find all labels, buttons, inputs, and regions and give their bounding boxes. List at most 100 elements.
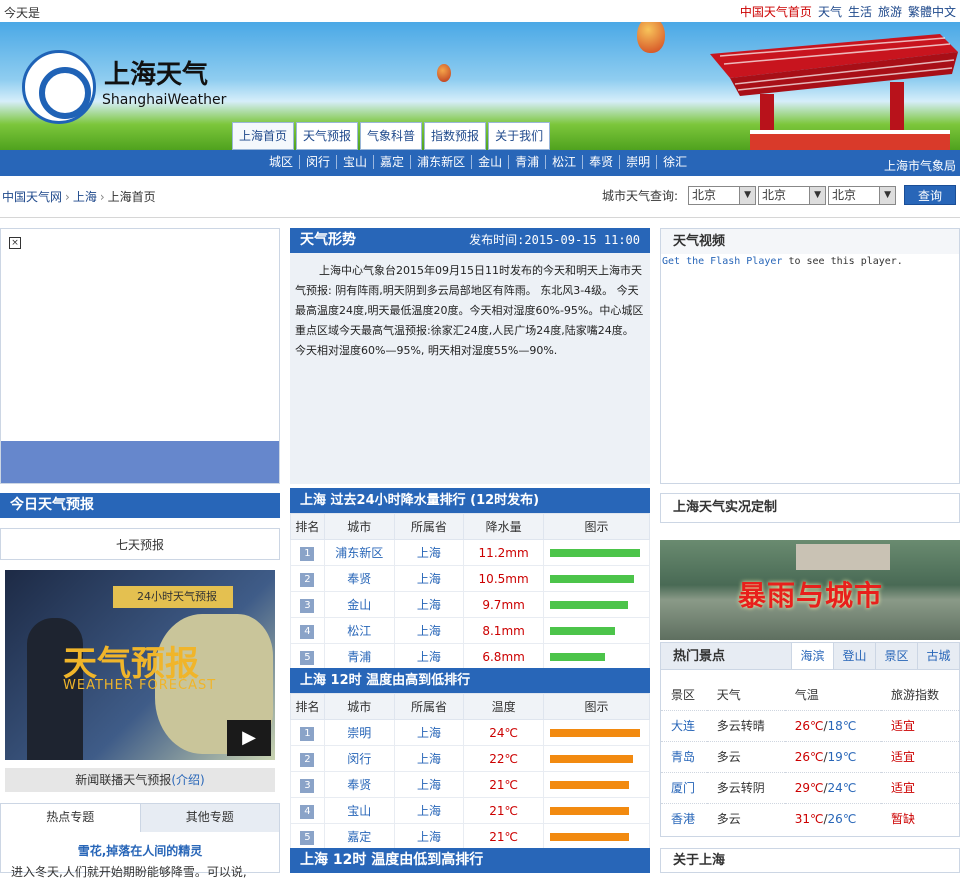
breadcrumb-separator-icon: › (99, 190, 105, 204)
breadcrumb-link-shanghai[interactable]: 上海 (73, 190, 97, 204)
storm-banner-title: 暴雨与城市 (738, 579, 884, 612)
district-link[interactable]: 浦东新区 (411, 155, 473, 169)
district-link[interactable]: 金山 (472, 155, 510, 169)
district-select[interactable]: 北京 ▼ (828, 185, 897, 205)
province-link[interactable]: 上海 (393, 745, 465, 772)
province-link[interactable]: 上海 (393, 591, 465, 618)
city-link[interactable]: 宝山 (323, 797, 395, 824)
temp-rank-low-title: 上海 12时 温度由低到高排行 (290, 848, 650, 873)
tab-other-topics[interactable]: 其他专题 (141, 804, 280, 832)
tv-caption-text[interactable]: 新闻联播天气预报 (75, 773, 171, 787)
tab-seaside[interactable]: 海滨 (791, 643, 833, 669)
district-link[interactable]: 奉贤 (583, 155, 621, 169)
district-link[interactable]: 闵行 (300, 155, 338, 169)
nav-index-forecast[interactable]: 指数预报 (424, 122, 487, 150)
province-link[interactable]: 上海 (393, 617, 465, 644)
province-link[interactable]: 上海 (393, 539, 465, 566)
province-link[interactable]: 上海 (393, 771, 465, 798)
flooded-house-image (796, 544, 890, 570)
rank-number: 3 (300, 598, 315, 613)
district-link[interactable]: 徐汇 (657, 155, 693, 169)
value-bar (550, 754, 634, 763)
broken-image-icon: × (9, 237, 21, 249)
tab-mountain[interactable]: 登山 (833, 643, 875, 669)
spot-link[interactable]: 大连 (661, 709, 707, 741)
province-link[interactable]: 上海 (393, 719, 465, 746)
city-link[interactable]: 浦东新区 (323, 539, 395, 566)
tv-caption: 新闻联播天气预报(介绍) (5, 768, 275, 792)
top-link-cma-home[interactable]: 中国天气首页 (740, 3, 812, 20)
city-link[interactable]: 奉贤 (323, 771, 395, 798)
travel-index[interactable]: 适宜 (880, 771, 959, 803)
bureau-link[interactable]: 上海市气象局 (884, 157, 956, 174)
bar-cell (543, 565, 650, 592)
hot-air-balloon-icon (637, 22, 665, 53)
play-icon[interactable]: ▶ (227, 720, 271, 756)
bar-cell (543, 643, 650, 670)
nav-forecast[interactable]: 天气预报 (296, 122, 359, 150)
top-link-life[interactable]: 生活 (848, 3, 872, 20)
district-link[interactable]: 宝山 (337, 155, 375, 169)
city-link[interactable]: 嘉定 (323, 823, 395, 850)
rank-number: 4 (300, 624, 315, 639)
nav-science[interactable]: 气象科普 (360, 122, 423, 150)
travel-index[interactable]: 适宜 (880, 709, 959, 741)
rank-col-header: 所属省 (393, 513, 465, 540)
travel-index[interactable]: 适宜 (880, 740, 959, 772)
nav-shanghai-home[interactable]: 上海首页 (232, 122, 295, 150)
city-link[interactable]: 金山 (323, 591, 395, 618)
city-select[interactable]: 北京 ▼ (758, 185, 827, 205)
spot-link[interactable]: 青岛 (661, 740, 707, 772)
china-pavilion-illustration (710, 34, 958, 150)
city-link[interactable]: 松江 (323, 617, 395, 644)
rank-col-header: 降水量 (463, 513, 545, 540)
breadcrumb-link-cma[interactable]: 中国天气网 (2, 190, 62, 204)
province-link[interactable]: 上海 (393, 565, 465, 592)
spot-link[interactable]: 厦门 (661, 771, 707, 803)
city-link[interactable]: 闵行 (323, 745, 395, 772)
tab-hot-topics[interactable]: 热点专题 (1, 804, 141, 832)
province-link[interactable]: 上海 (393, 643, 465, 670)
rank-cell: 2 (290, 745, 325, 772)
city-link[interactable]: 崇明 (323, 719, 395, 746)
value-bar (550, 600, 629, 609)
spot-link[interactable]: 香港 (661, 802, 707, 834)
nav-about-us[interactable]: 关于我们 (488, 122, 551, 150)
bar-cell (543, 719, 650, 746)
city-link[interactable]: 青浦 (323, 643, 395, 670)
top-link-weather[interactable]: 天气 (818, 3, 842, 20)
province-link[interactable]: 上海 (393, 797, 465, 824)
travel-index[interactable]: 暂缺 (880, 802, 959, 834)
flash-player-text: to see this player. (782, 256, 903, 267)
weather-subscription-title[interactable]: 上海天气实况定制 (660, 493, 960, 523)
tab-ancient-city[interactable]: 古城 (917, 643, 959, 669)
rank-number: 5 (300, 830, 315, 845)
district-link[interactable]: 崇明 (620, 155, 658, 169)
top-link-travel[interactable]: 旅游 (878, 3, 902, 20)
table-row: 香港 多云 31℃/26℃ 暂缺 (661, 802, 959, 834)
tv-caption-intro-link[interactable]: (介绍) (171, 773, 204, 787)
ad-banner[interactable]: × (0, 228, 280, 484)
top-link-traditional[interactable]: 繁體中文 (908, 3, 956, 20)
district-nav: 城区 闵行 宝山 嘉定 浦东新区 金山 青浦 松江 奉贤 崇明 徐汇 上海市气象局 (0, 150, 960, 176)
city-link[interactable]: 奉贤 (323, 565, 395, 592)
topic-title[interactable]: 雪花,掉落在人间的精灵 (1, 842, 279, 859)
province-select[interactable]: 北京 ▼ (688, 185, 757, 205)
seven-day-forecast-link[interactable]: 七天预报 (0, 528, 280, 560)
value-bar (550, 626, 616, 635)
tab-scenic[interactable]: 景区 (875, 643, 917, 669)
weather-video-title: 天气视频 (661, 229, 959, 254)
district-link[interactable]: 嘉定 (374, 155, 412, 169)
district-link[interactable]: 城区 (263, 155, 301, 169)
rank-col-header: 所属省 (393, 693, 465, 720)
district-link[interactable]: 松江 (546, 155, 584, 169)
province-link[interactable]: 上海 (393, 823, 465, 850)
tv-forecast-video-thumbnail[interactable]: 24小时天气预报 天气预报 WEATHER FORECAST ▶ (5, 570, 275, 760)
rank-cell: 1 (290, 719, 325, 746)
storm-city-banner[interactable]: 暴雨与城市 (660, 540, 960, 640)
flash-player-link[interactable]: Get the Flash Player (662, 256, 782, 267)
cma-logo[interactable] (22, 50, 96, 124)
district-link[interactable]: 青浦 (509, 155, 547, 169)
col-travel-index: 旅游指数 (890, 688, 939, 703)
query-button[interactable]: 查询 (904, 185, 957, 205)
